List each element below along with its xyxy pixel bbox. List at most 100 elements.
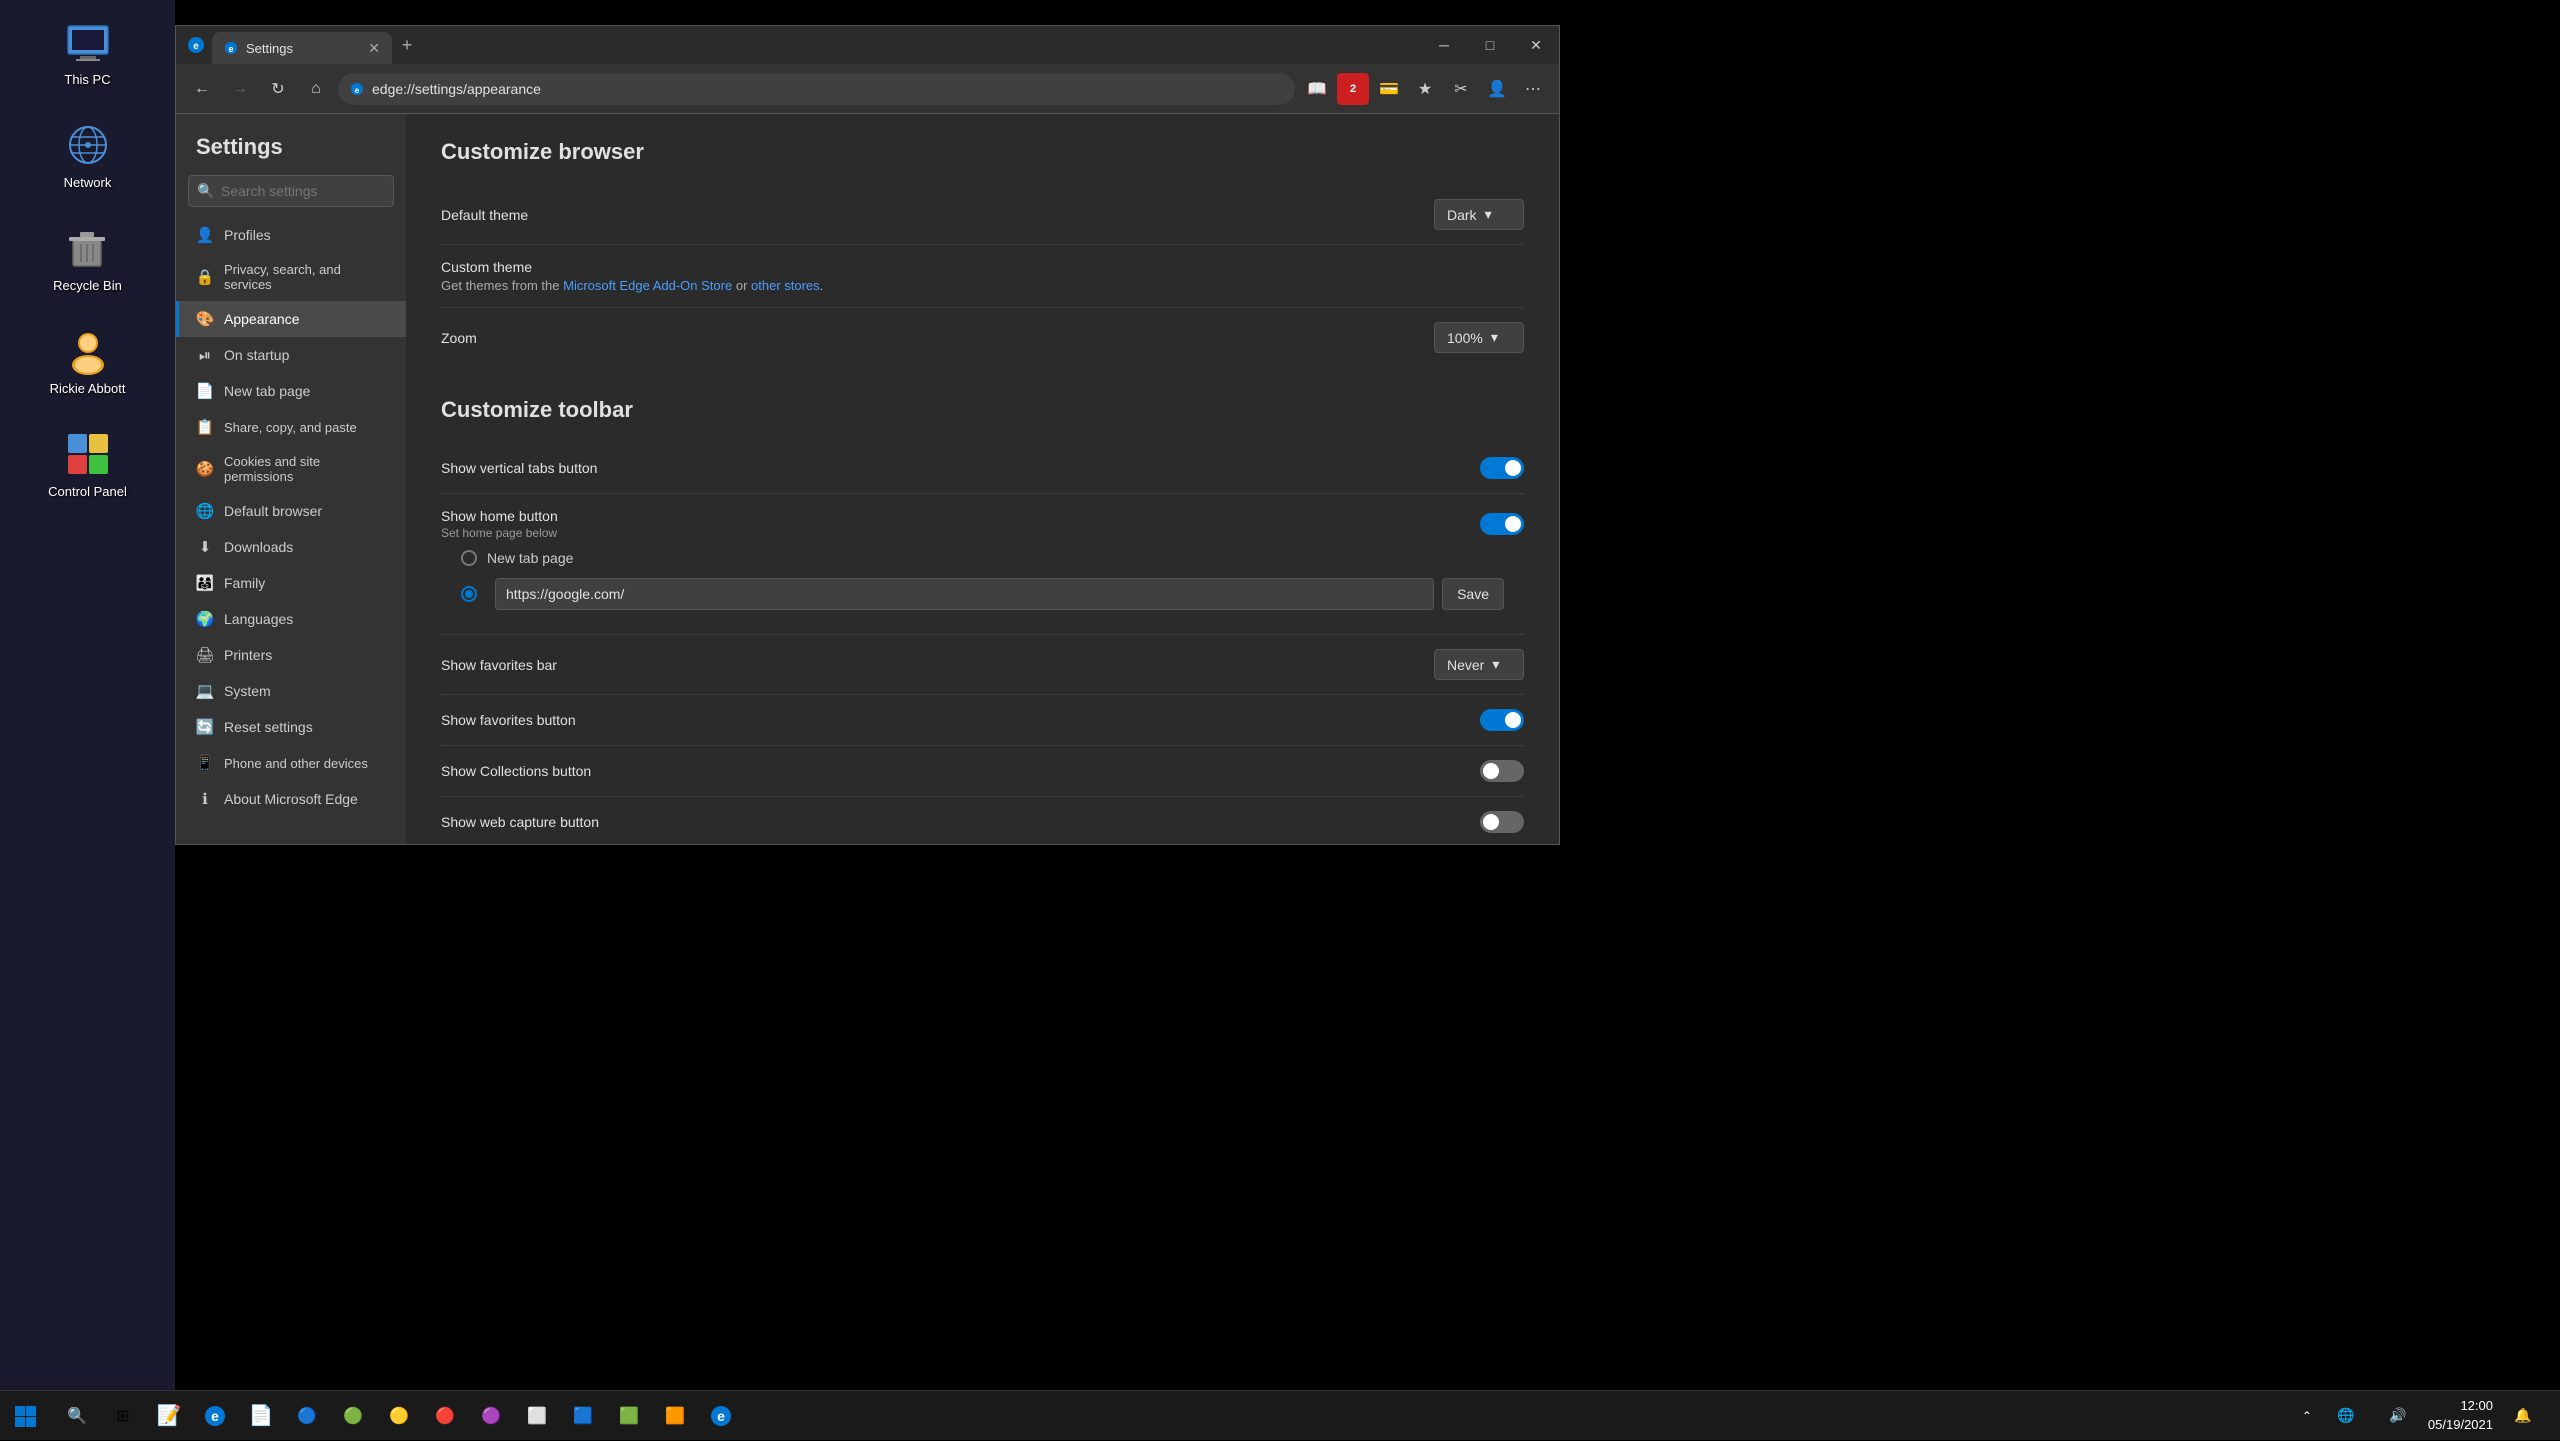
forward-button[interactable]: → xyxy=(224,73,256,105)
home-url-input[interactable] xyxy=(495,578,1434,610)
taskbar-icon-11[interactable]: 🟦 xyxy=(561,1394,605,1438)
about-icon: ℹ xyxy=(196,790,214,808)
maximize-button[interactable]: □ xyxy=(1467,26,1513,64)
favorites-icon[interactable]: ★ xyxy=(1409,73,1441,105)
svg-text:e: e xyxy=(193,41,199,52)
url-radio-circle[interactable] xyxy=(461,586,477,602)
phone-icon: 📱 xyxy=(196,754,214,772)
browser-tab[interactable]: e Settings ✕ xyxy=(212,32,392,64)
zoom-select[interactable]: 100% ▾ xyxy=(1434,322,1524,353)
favorites-bar-select[interactable]: Never ▾ xyxy=(1434,649,1524,680)
share-copy-icon: 📋 xyxy=(196,418,214,436)
taskbar-system-tray[interactable]: ⌃ xyxy=(2298,1394,2316,1438)
more-options-icon[interactable]: ⋯ xyxy=(1517,73,1549,105)
sidebar-item-family[interactable]: 👨‍👩‍👧 Family xyxy=(176,565,406,601)
save-home-url-button[interactable]: Save xyxy=(1442,578,1504,610)
sidebar-item-cookies[interactable]: 🍪 Cookies and site permissions xyxy=(176,445,406,493)
taskbar-volume-icon[interactable]: 🔊 xyxy=(2376,1394,2420,1438)
sidebar-item-label-languages: Languages xyxy=(224,611,293,627)
sidebar-item-label-phone: Phone and other devices xyxy=(224,756,368,771)
home-page-options: New tab page Save xyxy=(441,540,1524,620)
reading-list-icon[interactable]: 📖 xyxy=(1301,73,1333,105)
home-button-toggle[interactable] xyxy=(1480,513,1524,535)
taskbar-right: ⌃ 🌐 🔊 12:00 05/19/2021 🔔 xyxy=(2283,1394,2560,1438)
taskbar-clock[interactable]: 12:00 05/19/2021 xyxy=(2428,1397,2493,1433)
reset-icon: 🔄 xyxy=(196,718,214,736)
addon-store-link[interactable]: Microsoft Edge Add-On Store xyxy=(563,278,732,293)
sidebar-item-on-startup[interactable]: ⏯ On startup xyxy=(176,337,406,373)
desktop-icon-this-pc[interactable]: This PC xyxy=(56,10,120,93)
sidebar-item-label-downloads: Downloads xyxy=(224,539,293,555)
taskbar-icon-5[interactable]: 🔵 xyxy=(285,1394,329,1438)
home-nav-button[interactable]: ⌂ xyxy=(300,73,332,105)
search-icon: 🔍 xyxy=(197,183,214,200)
taskbar-edge-icon[interactable]: e xyxy=(193,1394,237,1438)
web-capture-icon[interactable]: ✂ xyxy=(1445,73,1477,105)
default-theme-select[interactable]: Dark ▾ xyxy=(1434,199,1524,230)
start-button[interactable] xyxy=(0,1391,50,1441)
sidebar-item-phone[interactable]: 📱 Phone and other devices xyxy=(176,745,406,781)
browser-favicon: e xyxy=(186,35,206,55)
new-tab-radio-option[interactable]: New tab page xyxy=(461,550,1504,566)
back-button[interactable]: ← xyxy=(186,73,218,105)
taskbar-icon-10[interactable]: ⬜ xyxy=(515,1394,559,1438)
favorites-button-toggle[interactable] xyxy=(1480,709,1524,731)
tab-close-button[interactable]: ✕ xyxy=(368,40,380,57)
taskbar-icon-7[interactable]: 🟡 xyxy=(377,1394,421,1438)
sidebar-item-profiles[interactable]: 👤 Profiles xyxy=(176,217,406,253)
favorites-button-label: Show favorites button xyxy=(441,712,576,728)
sidebar-item-about[interactable]: ℹ About Microsoft Edge xyxy=(176,781,406,817)
default-theme-label: Default theme xyxy=(441,207,528,223)
minimize-button[interactable]: ─ xyxy=(1421,26,1467,64)
sidebar-item-new-tab[interactable]: 📄 New tab page xyxy=(176,373,406,409)
vertical-tabs-toggle[interactable] xyxy=(1480,457,1524,479)
on-startup-icon: ⏯ xyxy=(196,346,214,364)
sidebar-item-languages[interactable]: 🌍 Languages xyxy=(176,601,406,637)
customize-toolbar-section: Customize toolbar Show vertical tabs but… xyxy=(441,397,1524,844)
rickie-abbott-label: Rickie Abbott xyxy=(50,381,126,396)
desktop-icon-control-panel[interactable]: Control Panel xyxy=(42,422,133,505)
wallet-icon[interactable]: 💳 xyxy=(1373,73,1405,105)
search-input[interactable] xyxy=(188,175,394,207)
taskbar-icon-13[interactable]: 🟧 xyxy=(653,1394,697,1438)
sidebar-item-label-about: About Microsoft Edge xyxy=(224,791,358,807)
sidebar-item-system[interactable]: 💻 System xyxy=(176,673,406,709)
refresh-button[interactable]: ↻ xyxy=(262,73,294,105)
sidebar-item-downloads[interactable]: ⬇ Downloads xyxy=(176,529,406,565)
sidebar-item-default-browser[interactable]: 🌐 Default browser xyxy=(176,493,406,529)
close-button[interactable]: ✕ xyxy=(1513,26,1559,64)
new-tab-button[interactable]: + xyxy=(392,30,422,60)
web-capture-toggle[interactable] xyxy=(1480,811,1524,833)
taskbar-word-icon[interactable]: 📝 xyxy=(147,1394,191,1438)
taskbar-icon-6[interactable]: 🟢 xyxy=(331,1394,375,1438)
desktop-icon-network[interactable]: Network xyxy=(56,113,120,196)
taskbar-icon-8[interactable]: 🔴 xyxy=(423,1394,467,1438)
taskbar-edge-pinned-icon[interactable]: e xyxy=(699,1394,743,1438)
sidebar-item-appearance[interactable]: 🎨 Appearance xyxy=(176,301,406,337)
desktop-icon-recycle-bin[interactable]: Recycle Bin xyxy=(47,216,128,299)
appearance-icon: 🎨 xyxy=(196,310,214,328)
sidebar-item-printers[interactable]: 🖨 Printers xyxy=(176,637,406,673)
collections-button-toggle[interactable] xyxy=(1480,760,1524,782)
taskbar-icon-9[interactable]: 🟣 xyxy=(469,1394,513,1438)
sidebar-item-privacy[interactable]: 🔒 Privacy, search, and services xyxy=(176,253,406,301)
sidebar-item-reset[interactable]: 🔄 Reset settings xyxy=(176,709,406,745)
taskbar-search-icon[interactable]: 🔍 xyxy=(55,1394,99,1438)
taskbar-network-icon[interactable]: 🌐 xyxy=(2324,1394,2368,1438)
desktop-icon-rickie-abbott[interactable]: Rickie Abbott xyxy=(44,319,132,402)
svg-text:e: e xyxy=(717,1408,725,1424)
home-button-label: Show home button xyxy=(441,508,558,524)
sidebar-item-share-copy[interactable]: 📋 Share, copy, and paste xyxy=(176,409,406,445)
collections-icon[interactable]: 2 xyxy=(1337,73,1369,105)
cookies-icon: 🍪 xyxy=(196,460,214,478)
url-bar[interactable]: e edge://settings/appearance xyxy=(338,73,1295,105)
sidebar-item-label-reset: Reset settings xyxy=(224,719,313,735)
taskbar-notification-icon[interactable]: 🔔 xyxy=(2501,1394,2545,1438)
zoom-row: Zoom 100% ▾ xyxy=(441,308,1524,367)
taskbar-icon-12[interactable]: 🟩 xyxy=(607,1394,651,1438)
other-stores-link[interactable]: other stores xyxy=(751,278,820,293)
taskbar-taskview-icon[interactable]: ⊞ xyxy=(101,1394,145,1438)
customize-browser-title: Customize browser xyxy=(441,139,1524,165)
profile-icon[interactable]: 👤 xyxy=(1481,73,1513,105)
taskbar-acrobat-icon[interactable]: 📄 xyxy=(239,1394,283,1438)
